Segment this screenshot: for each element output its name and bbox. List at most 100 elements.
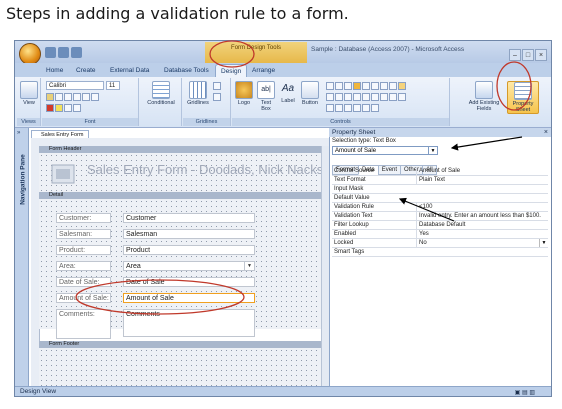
form-header-bar[interactable]: Form Header — [39, 146, 329, 153]
minimize-button[interactable]: – — [509, 49, 521, 61]
document-tab[interactable]: Sales Entry Form — [31, 130, 89, 138]
chevron-down-icon[interactable]: ▼ — [428, 147, 437, 154]
toggle-button-icon[interactable] — [344, 93, 352, 101]
logo-button[interactable]: Logo — [234, 81, 254, 106]
property-row[interactable]: Text Format Plain Text — [332, 176, 548, 185]
format-painter-icon[interactable] — [64, 104, 72, 112]
amount-of-sale-label[interactable]: Amount of Sale: — [56, 293, 111, 303]
salesman-label[interactable]: Salesman: — [56, 229, 111, 239]
form-footer-bar[interactable]: Form Footer — [39, 341, 329, 348]
property-row[interactable]: Default Value — [332, 194, 548, 203]
property-value[interactable]: Amount of Sale — [416, 167, 548, 175]
property-row[interactable]: Enabled Yes — [332, 230, 548, 239]
page-numbers-icon[interactable] — [362, 104, 370, 112]
font-size-select[interactable]: 11 — [106, 81, 120, 90]
property-value[interactable]: Database Default — [416, 221, 548, 229]
line-thickness-icon[interactable] — [213, 82, 221, 90]
chevron-down-icon[interactable]: ▼ — [539, 239, 548, 247]
property-row[interactable]: Locked No ▼ — [332, 239, 548, 248]
tab-home[interactable]: Home — [41, 64, 68, 77]
number-format-icon[interactable] — [73, 104, 81, 112]
bold-icon[interactable] — [46, 93, 54, 101]
office-button[interactable] — [19, 43, 41, 65]
gridlines-button[interactable]: Gridlines — [187, 81, 209, 106]
chevron-down-icon[interactable]: ▼ — [244, 262, 254, 270]
property-value[interactable]: Plain Text — [416, 176, 548, 184]
align-center-icon[interactable] — [82, 93, 90, 101]
property-row[interactable]: Filter Lookup Database Default — [332, 221, 548, 230]
property-row[interactable]: Smart Tags — [332, 248, 548, 257]
conditional-button[interactable]: Conditional — [146, 81, 176, 106]
close-button[interactable]: × — [535, 49, 547, 61]
bound-object-icon[interactable] — [380, 82, 388, 90]
undo-icon[interactable] — [58, 47, 69, 58]
insert-chart-icon[interactable] — [398, 93, 406, 101]
comments-field[interactable]: Comments — [123, 309, 255, 337]
line-icon[interactable] — [362, 82, 370, 90]
list-box-icon[interactable] — [335, 82, 343, 90]
checkbox-icon[interactable] — [326, 93, 334, 101]
subform-icon[interactable] — [344, 82, 352, 90]
font-name-select[interactable]: Calibri — [46, 81, 104, 90]
date-of-sale-label[interactable]: Date of Sale: — [56, 277, 111, 287]
page-break-icon[interactable] — [371, 93, 379, 101]
form-title[interactable]: Sales Entry Form - Doodads, Nick Nacks — [87, 162, 329, 177]
product-label[interactable]: Product: — [56, 245, 111, 255]
property-row[interactable]: Control Source Amount of Sale — [332, 167, 548, 176]
date-time-icon[interactable] — [353, 104, 361, 112]
property-row[interactable]: Validation Rule <100 — [332, 203, 548, 212]
align-left-icon[interactable] — [73, 93, 81, 101]
control-selector[interactable]: Amount of Sale ▼ — [332, 146, 438, 155]
view-switcher-icons[interactable]: ▣ ▤ ▥ — [515, 388, 535, 396]
use-wizard-icon[interactable] — [398, 82, 406, 90]
option-button-icon[interactable] — [335, 93, 343, 101]
underline-icon[interactable] — [64, 93, 72, 101]
validation-text-value[interactable]: Invalid entry. Enter an amount less than… — [416, 212, 548, 220]
detail-bar[interactable]: Detail — [39, 192, 329, 199]
redo-icon[interactable] — [71, 47, 82, 58]
comments-label[interactable]: Comments: — [56, 309, 111, 339]
attachment-icon[interactable] — [380, 93, 388, 101]
area-label[interactable]: Area: — [56, 261, 111, 271]
customer-label[interactable]: Customer: — [56, 213, 111, 223]
special-effect-icon[interactable] — [344, 104, 352, 112]
product-field[interactable]: Product — [123, 245, 255, 255]
maximize-button[interactable]: □ — [522, 49, 534, 61]
customer-field[interactable]: Customer — [123, 213, 255, 223]
font-color-icon[interactable] — [46, 104, 54, 112]
area-combo[interactable]: Area ▼ — [123, 261, 255, 271]
amount-of-sale-field[interactable]: Amount of Sale — [123, 293, 255, 303]
tab-control-icon[interactable] — [362, 93, 370, 101]
option-group-icon[interactable] — [353, 93, 361, 101]
form-logo-icon[interactable] — [49, 162, 77, 186]
rectangle-icon[interactable] — [371, 82, 379, 90]
add-existing-fields-button[interactable]: Add Existing Fields — [467, 81, 501, 112]
tab-database-tools[interactable]: Database Tools — [159, 64, 214, 77]
combo-box-icon[interactable] — [326, 82, 334, 90]
property-value[interactable]: Yes — [416, 230, 548, 238]
italic-icon[interactable] — [55, 93, 63, 101]
view-button[interactable]: View — [19, 81, 39, 106]
unbound-object-icon[interactable] — [389, 82, 397, 90]
tab-external-data[interactable]: External Data — [105, 64, 154, 77]
hyperlink-icon[interactable] — [389, 93, 397, 101]
salesman-field[interactable]: Salesman — [123, 229, 255, 239]
property-row[interactable]: Validation Text Invalid entry. Enter an a… — [332, 212, 548, 221]
title-icon[interactable] — [371, 104, 379, 112]
property-sheet-button[interactable]: Property Sheet — [507, 81, 539, 114]
line-width-icon[interactable] — [335, 104, 343, 112]
image-icon[interactable] — [353, 82, 361, 90]
fill-color-icon[interactable] — [55, 104, 63, 112]
property-row[interactable]: Input Mask — [332, 185, 548, 194]
tab-arrange[interactable]: Arrange — [247, 64, 280, 77]
align-right-icon[interactable] — [91, 93, 99, 101]
tab-create[interactable]: Create — [71, 64, 101, 77]
property-value[interactable]: No — [416, 239, 548, 247]
button-button[interactable]: Button — [300, 81, 320, 106]
label-button[interactable]: Aa Label — [278, 81, 298, 104]
line-color-icon[interactable] — [326, 104, 334, 112]
close-icon[interactable]: × — [544, 128, 548, 137]
line-type-icon[interactable] — [213, 93, 221, 101]
text-box-button[interactable]: ab| Text Box — [256, 81, 276, 112]
tab-design[interactable]: Design — [215, 64, 248, 78]
